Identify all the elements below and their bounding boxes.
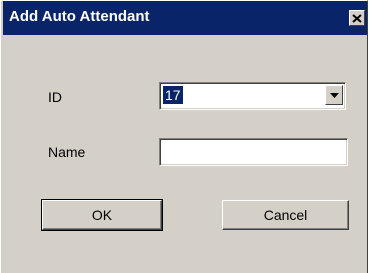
- ok-button-label: OK: [91, 207, 113, 223]
- id-label: ID: [48, 89, 62, 105]
- dialog-title: Add Auto Attendant: [9, 8, 150, 25]
- title-bar[interactable]: Add Auto Attendant: [3, 1, 367, 35]
- close-button[interactable]: [349, 10, 365, 26]
- chevron-down-icon: [329, 92, 339, 98]
- cancel-button[interactable]: Cancel: [222, 200, 349, 230]
- name-input[interactable]: [160, 139, 347, 165]
- dialog-window: Add Auto Attendant ID 17 Name OK Cancel: [0, 0, 368, 273]
- name-label: Name: [48, 144, 86, 160]
- ok-button[interactable]: OK: [41, 199, 163, 231]
- dropdown-button[interactable]: [325, 85, 343, 105]
- close-icon: [352, 13, 362, 23]
- name-field-frame: [159, 138, 348, 166]
- id-combobox[interactable]: 17: [159, 82, 346, 110]
- cancel-button-label: Cancel: [263, 207, 308, 223]
- id-value: 17: [163, 86, 183, 104]
